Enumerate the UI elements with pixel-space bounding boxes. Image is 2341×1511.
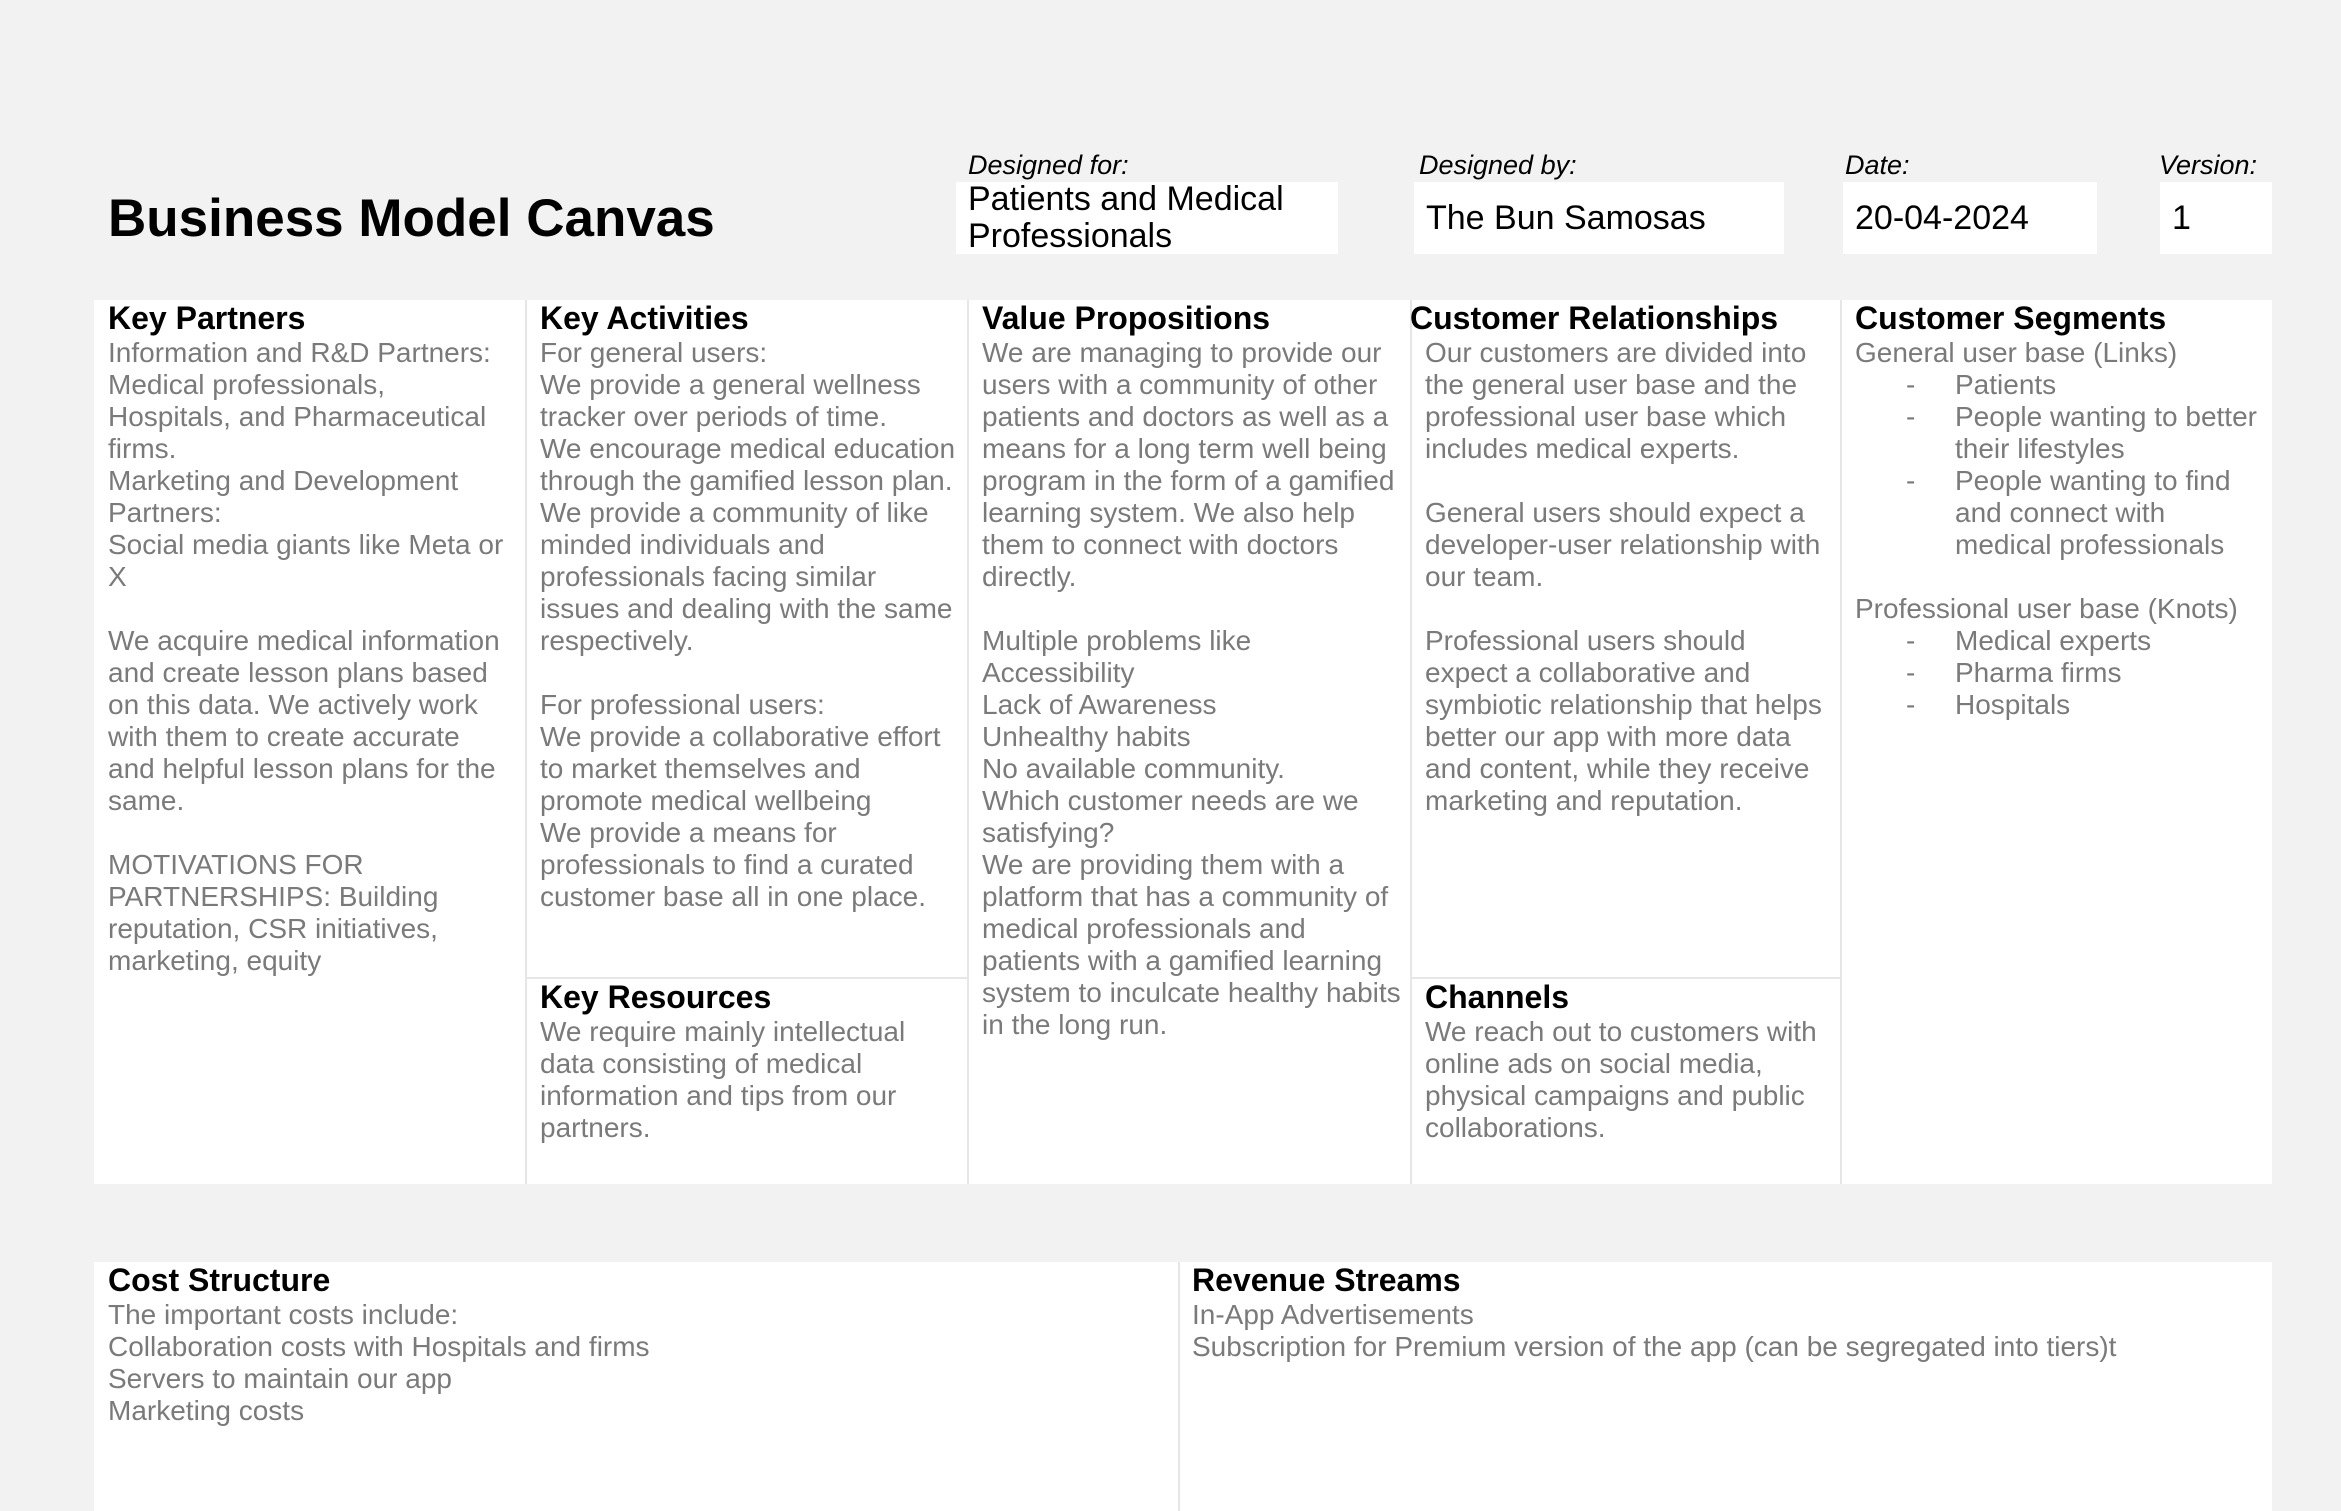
- key-resources-section: Key Resources We require mainly intellec…: [540, 979, 960, 1144]
- divider: [967, 300, 969, 1184]
- list-item: Medical experts: [1855, 625, 2267, 657]
- cost-structure-section: Cost Structure The important costs inclu…: [108, 1262, 1168, 1427]
- version-value: 1: [2172, 199, 2191, 237]
- divider: [1178, 1262, 1180, 1511]
- customer-relationships-body: Our customers are divided into the gener…: [1425, 337, 1822, 816]
- customer-relationships-title: Customer Relationships: [1410, 300, 1779, 336]
- designed-by-field[interactable]: The Bun Samosas: [1414, 182, 1784, 254]
- designed-for-value: Patients and Medical Professionals: [968, 180, 1284, 255]
- general-user-base-heading: General user base (Links): [1855, 337, 2178, 368]
- value-propositions-body: We are managing to provide our users wit…: [982, 337, 1401, 1040]
- channels-title: Channels: [1425, 979, 1570, 1015]
- key-activities-body: For general users: We provide a general …: [540, 337, 956, 912]
- revenue-streams-section: Revenue Streams In-App Advertisements Su…: [1192, 1262, 2267, 1363]
- key-activities-title: Key Activities: [540, 300, 749, 336]
- value-propositions-section: Value Propositions We are managing to pr…: [982, 300, 1402, 1041]
- list-item: People wanting to better their lifestyle…: [1855, 401, 2267, 465]
- key-resources-title: Key Resources: [540, 979, 772, 1015]
- version-label: Version:: [2159, 150, 2258, 180]
- customer-segments-title: Customer Segments: [1855, 300, 2167, 336]
- cost-structure-title: Cost Structure: [108, 1262, 331, 1298]
- list-item: Patients: [1855, 369, 2267, 401]
- customer-segments-section: Customer Segments General user base (Lin…: [1855, 300, 2267, 721]
- divider: [525, 300, 527, 1184]
- key-partners-body: Information and R&D Partners: Medical pr…: [108, 337, 504, 976]
- designed-by-value: The Bun Samosas: [1426, 199, 1706, 237]
- channels-body: We reach out to customers with online ad…: [1425, 1016, 1817, 1143]
- professional-user-base-heading: Professional user base (Knots): [1855, 593, 2238, 624]
- list-item: People wanting to find and connect with …: [1855, 465, 2267, 561]
- revenue-streams-body: In-App Advertisements Subscription for P…: [1192, 1299, 2117, 1362]
- key-resources-body: We require mainly intellectual data cons…: [540, 1016, 906, 1143]
- cost-structure-body: The important costs include: Collaborati…: [108, 1299, 650, 1426]
- key-partners-section: Key Partners Information and R&D Partner…: [108, 300, 513, 977]
- designed-by-label: Designed by:: [1419, 150, 1577, 180]
- channels-section: Channels We reach out to customers with …: [1425, 979, 1833, 1144]
- professional-user-base-list: Medical experts Pharma firms Hospitals: [1855, 625, 2267, 721]
- key-activities-section: Key Activities For general users: We pro…: [540, 300, 960, 913]
- divider: [1410, 300, 1412, 1184]
- divider: [1840, 300, 1842, 1184]
- date-field[interactable]: 20-04-2024: [1843, 182, 2097, 254]
- list-item: Pharma firms: [1855, 657, 2267, 689]
- version-field[interactable]: 1: [2160, 182, 2272, 254]
- value-propositions-title: Value Propositions: [982, 300, 1271, 336]
- designed-for-field[interactable]: Patients and Medical Professionals: [956, 180, 1338, 255]
- revenue-streams-title: Revenue Streams: [1192, 1262, 1461, 1298]
- general-user-base-list: Patients People wanting to better their …: [1855, 369, 2267, 561]
- page-title: Business Model Canvas: [108, 189, 715, 248]
- list-item: Hospitals: [1855, 689, 2267, 721]
- date-label: Date:: [1845, 150, 1910, 180]
- key-partners-title: Key Partners: [108, 300, 306, 336]
- designed-for-label: Designed for:: [968, 150, 1129, 180]
- date-value: 20-04-2024: [1855, 199, 2029, 237]
